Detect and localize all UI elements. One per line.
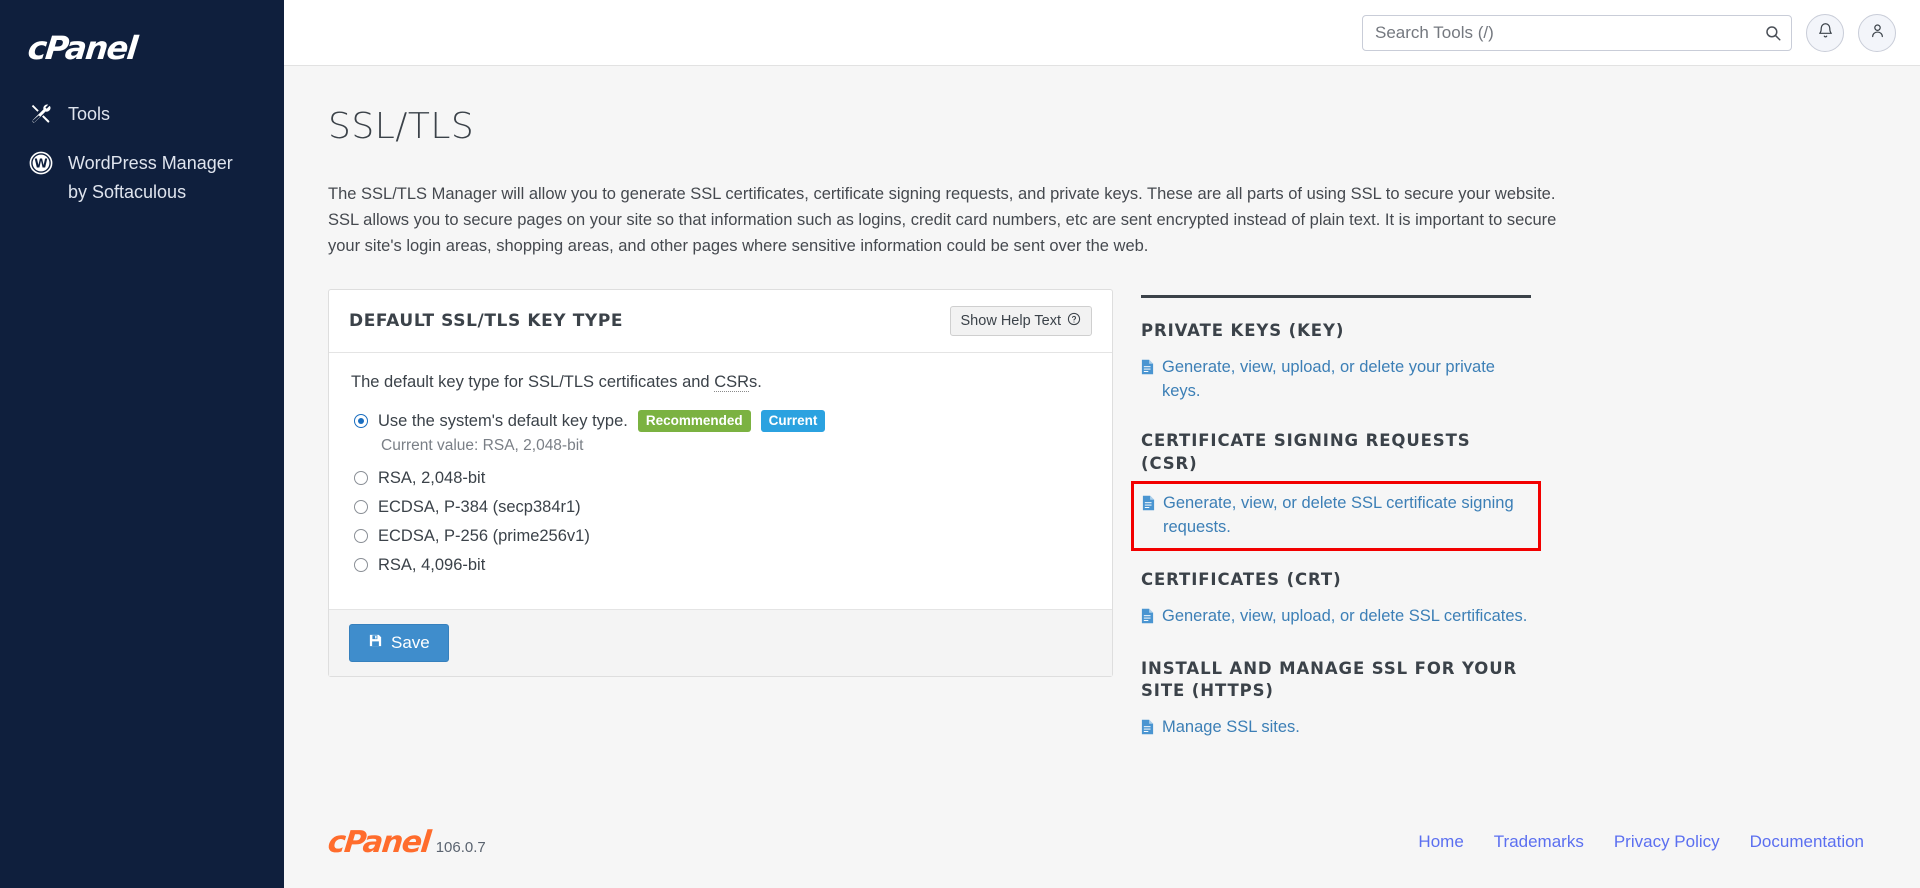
link-label-certificates: Generate, view, upload, or delete SSL ce… [1162,606,1528,625]
page-footer: cPanel 106.0.7 Home Trademarks Privacy P… [284,796,1920,888]
radio-option-system-default[interactable]: Use the system's default key type. Recom… [351,408,1090,434]
document-icon [1141,608,1155,632]
radio-label-rsa-2048: RSA, 2,048-bit [378,468,486,487]
panel-title: DEFAULT SSL/TLS KEY TYPE [349,311,624,332]
panel-footer: Save [329,609,1112,677]
user-icon [1869,22,1886,44]
show-help-text-label: Show Help Text [960,313,1061,330]
panel-body: The default key type for SSL/TLS certifi… [329,353,1112,609]
sidebar-item-wordpress-manager[interactable]: W WordPress Manager by Softaculous [0,139,284,217]
right-column: PRIVATE KEYS (KEY) Generate, view, uploa… [1131,289,1541,769]
document-icon [1141,359,1155,383]
footer-link-home[interactable]: Home [1418,832,1463,852]
footer-branding: cPanel 106.0.7 [326,824,486,860]
section-title-csr: CERTIFICATE SIGNING REQUESTS (CSR) [1141,431,1471,473]
link-certificates[interactable]: Generate, view, upload, or delete SSL ce… [1141,605,1531,632]
link-private-keys[interactable]: Generate, view, upload, or delete your p… [1141,356,1531,404]
radio-indicator-rsa-4096[interactable] [354,558,368,573]
sidebar-item-label-tools: Tools [68,104,111,124]
section-certificates: CERTIFICATES (CRT) Generate, view, uploa… [1141,569,1531,632]
tools-icon [28,101,54,127]
link-label-manage-ssl-sites: Manage SSL sites. [1162,718,1300,737]
save-button-label: Save [391,633,430,653]
footer-link-documentation[interactable]: Documentation [1750,832,1864,852]
app-root: cPanel Tools W WordPress Manager by Soft… [0,0,1920,888]
svg-text:W: W [34,156,47,170]
current-value-text: Current value: RSA, 2,048-bit [381,437,584,455]
csr-abbreviation: CSR [714,373,750,393]
radio-option-ecdsa-p384[interactable]: ECDSA, P-384 (secp384r1) [351,494,1090,520]
document-icon [1142,495,1156,519]
notifications-button[interactable] [1806,13,1844,52]
radio-option-rsa-2048[interactable]: RSA, 2,048-bit [351,465,1090,491]
link-label-private-keys: Generate, view, upload, or delete your p… [1162,358,1495,401]
default-key-type-panel: DEFAULT SSL/TLS KEY TYPE Show Help Text [328,289,1113,678]
search-icon[interactable] [1762,22,1784,44]
footer-link-trademarks[interactable]: Trademarks [1494,832,1584,852]
footer-link-privacy-policy[interactable]: Privacy Policy [1614,832,1720,852]
cpanel-footer-logo: cPanel [326,824,432,860]
badge-current: Current [760,410,826,433]
highlight-box-csr: Generate, view, or delete SSL certificat… [1131,480,1541,551]
section-certificate-signing-requests: CERTIFICATE SIGNING REQUESTS (CSR) Gener… [1131,430,1541,551]
section-title-private-keys: PRIVATE KEYS (KEY) [1141,321,1345,341]
document-icon [1141,719,1155,743]
section-title-certificates: CERTIFICATES (CRT) [1141,569,1342,589]
page-intro-text: The SSL/TLS Manager will allow you to ge… [328,185,1557,256]
radio-option-rsa-4096[interactable]: RSA, 4,096-bit [351,552,1090,578]
radio-indicator-system-default[interactable] [354,414,368,429]
link-manage-ssl-sites[interactable]: Manage SSL sites. [1141,716,1531,743]
left-column: DEFAULT SSL/TLS KEY TYPE Show Help Text [328,289,1113,678]
floppy-disk-icon [368,633,383,653]
top-header [284,0,1920,66]
field-description-pre: The default key type for SSL/TLS certifi… [351,373,715,392]
radio-indicator-rsa-2048[interactable] [354,471,368,486]
bell-icon [1817,22,1834,44]
sidebar-item-label-wordpress-manager: WordPress Manager by Softaculous [68,152,233,202]
question-circle-icon [1067,312,1081,330]
footer-links: Home Trademarks Privacy Policy Documenta… [1418,832,1864,852]
main-area: SSL/TLS The SSL/TLS Manager will allow y… [284,0,1920,888]
save-button[interactable]: Save [349,624,449,663]
radio-indicator-ecdsa-p384[interactable] [354,500,368,515]
sidebar-item-tools[interactable]: Tools [0,90,284,139]
link-label-csr: Generate, view, or delete SSL certificat… [1163,493,1514,536]
radio-indicator-ecdsa-p256[interactable] [354,529,368,544]
radio-label-rsa-4096: RSA, 4,096-bit [378,555,486,574]
version-label: 106.0.7 [435,838,486,856]
right-column-divider [1141,295,1531,299]
search-container [1362,14,1792,51]
account-button[interactable] [1858,13,1896,52]
sidebar: cPanel Tools W WordPress Manager by Soft… [0,0,284,888]
section-title-install-manage-ssl: INSTALL AND MANAGE SSL FOR YOUR SITE (HT… [1141,658,1518,701]
show-help-text-button[interactable]: Show Help Text [949,306,1092,337]
key-type-radio-group: Use the system's default key type. Recom… [351,408,1090,578]
link-csr[interactable]: Generate, view, or delete SSL certificat… [1142,492,1528,540]
sidebar-brand[interactable]: cPanel [0,22,284,90]
radio-option-ecdsa-p256[interactable]: ECDSA, P-256 (prime256v1) [351,523,1090,549]
section-install-manage-ssl: INSTALL AND MANAGE SSL FOR YOUR SITE (HT… [1141,658,1531,743]
section-private-keys: PRIVATE KEYS (KEY) Generate, view, uploa… [1141,320,1531,404]
cpanel-logo: cPanel [26,29,139,67]
page-content: SSL/TLS The SSL/TLS Manager will allow y… [284,66,1920,796]
panel-header: DEFAULT SSL/TLS KEY TYPE Show Help Text [329,290,1112,354]
wordpress-icon: W [28,150,54,176]
content-columns: DEFAULT SSL/TLS KEY TYPE Show Help Text [328,289,1876,769]
field-description: The default key type for SSL/TLS certifi… [351,373,1090,393]
search-input[interactable] [1362,14,1792,51]
radio-label-ecdsa-p384: ECDSA, P-384 (secp384r1) [378,497,581,516]
field-description-post: s. [749,373,762,392]
radio-label-system-default: Use the system's default key type. [378,411,628,430]
badge-recommended: Recommended [637,410,751,433]
radio-label-ecdsa-p256: ECDSA, P-256 (prime256v1) [378,526,590,545]
page-title: SSL/TLS [328,106,475,147]
